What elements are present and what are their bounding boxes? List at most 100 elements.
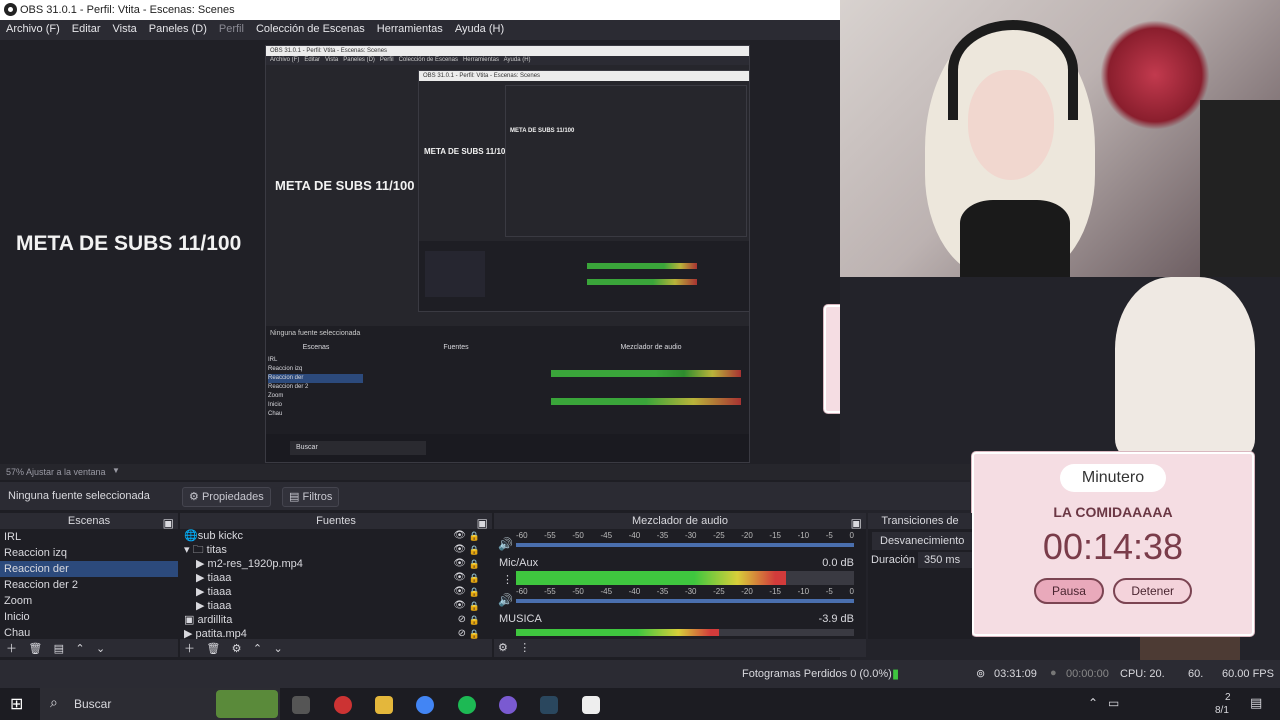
speaker-icon[interactable]: 🔊 [498, 593, 513, 607]
eye-icon[interactable]: 👁 [453, 599, 466, 613]
notifications-icon[interactable]: ▤ [1250, 695, 1262, 711]
image-icon: ▣ [184, 614, 195, 626]
scene-item-reaccion-der[interactable]: Reaccion der [0, 561, 178, 577]
source-item[interactable]: 🌐sub kickc 👁 🔒 [180, 529, 492, 543]
properties-button[interactable]: ⚙ Propiedades [182, 487, 271, 507]
scene-filter-icon[interactable]: ▤ [54, 642, 64, 655]
chrome-icon[interactable] [416, 696, 434, 714]
menu-perfil[interactable]: Perfil [213, 20, 250, 40]
zoom-label[interactable]: 57% Ajustar a la ventana [6, 467, 106, 477]
vertical-dots-icon[interactable]: ⋮ [502, 573, 513, 586]
steam-icon[interactable] [540, 696, 558, 714]
add-icon[interactable]: ＋ [184, 640, 195, 656]
volume-slider[interactable] [516, 599, 854, 603]
preview-canvas[interactable]: META DE SUBS 11/100 OBS 31.0.1 - Perfil:… [0, 40, 840, 464]
task-view-icon[interactable] [292, 696, 310, 714]
transition-select[interactable]: Desvanecimiento [872, 532, 972, 550]
source-item[interactable]: ▶ m2-res_1920p.mp4 👁 🔒 [180, 557, 492, 571]
nested-meter-music [551, 398, 741, 405]
zoom-bar[interactable]: 57% Ajustar a la ventana ▼ [0, 464, 970, 480]
search-label: Buscar [74, 697, 112, 711]
chevron-down-icon[interactable]: ⌄ [273, 642, 282, 655]
menu-herramientas[interactable]: Herramientas [371, 20, 449, 40]
vtuber-app-icon[interactable] [582, 696, 600, 714]
scene-item-zoom[interactable]: Zoom [0, 593, 178, 609]
folder-icon[interactable] [375, 696, 393, 714]
clock-date[interactable]: 8/1 [1215, 705, 1229, 716]
streaming-app-icon[interactable] [499, 696, 517, 714]
clock-time[interactable]: 2 [1225, 692, 1231, 703]
lock-icon[interactable]: 🔒 [469, 557, 480, 571]
meter-ticks-mic: -60 -55 -50 -45 -40 -35 -30 -25 -20 -15 -10 -5 0 [516, 587, 854, 596]
menu-vista[interactable]: Vista [107, 20, 143, 40]
windows-start-icon[interactable]: ⊞ [10, 694, 28, 713]
trash-icon[interactable]: 🗑 [28, 642, 42, 655]
lock-icon[interactable]: 🔒 [469, 585, 480, 599]
lock-icon[interactable]: 🔒 [469, 627, 480, 639]
eye-icon[interactable]: 👁 [453, 585, 466, 599]
scenes-list: IRL Reaccion izq Reaccion der Reaccion d… [0, 529, 178, 639]
nested-overlay-meta-subs-2: META DE SUBS 11/100 [424, 147, 510, 156]
chevron-down-icon[interactable]: ▾ [184, 544, 190, 556]
chevron-up-icon[interactable]: ⌃ [75, 642, 84, 655]
menu-ayuda[interactable]: Ayuda (H) [449, 20, 510, 40]
eye-icon[interactable]: 👁 [453, 557, 466, 571]
obs-app-icon[interactable] [334, 696, 352, 714]
network-icon[interactable]: ▭ [1108, 696, 1119, 710]
nested-menu: Archivo (F) Editar Vista Paneles (D) Per… [266, 56, 749, 65]
channel-name-music: MUSICA [499, 613, 542, 625]
source-item[interactable]: ▾ 🗀 titas 👁 🔒 [180, 543, 492, 557]
filters-button[interactable]: ▤ Filtros [282, 487, 340, 507]
eye-icon[interactable]: 👁 [453, 571, 466, 585]
menu-paneles[interactable]: Paneles (D) [143, 20, 213, 40]
menu-coleccion-escenas[interactable]: Colección de Escenas [250, 20, 371, 40]
lock-icon[interactable]: 🔒 [469, 529, 480, 543]
no-source-label: Ninguna fuente seleccionada [8, 490, 150, 502]
scene-item-inicio[interactable]: Inicio [0, 609, 178, 625]
scene-item-irl[interactable]: IRL [0, 529, 178, 545]
source-item[interactable]: ▶ tiaaa 👁 🔒 [180, 585, 492, 599]
spotify-icon[interactable] [458, 696, 476, 714]
speaker-icon[interactable]: 🔊 [498, 537, 513, 551]
scenes-dock-header: Escenas ▣ [0, 513, 178, 530]
transitions-panel: Desvanecimiento Duración 350 ms [868, 529, 972, 639]
nested-overlay-meta-subs-3: META DE SUBS 11/100 [510, 128, 575, 134]
source-item[interactable]: ▶ tiaaa 👁 🔒 [180, 599, 492, 613]
eye-icon[interactable]: 👁 [453, 529, 466, 543]
audio-mixer: -60 -55 -50 -45 -40 -35 -30 -25 -20 -15 -10 -5 0 🔊 M… [494, 529, 866, 639]
source-item[interactable]: ▶ patita.mp4 ⊘ 🔒 [180, 627, 492, 639]
chevron-up-icon[interactable]: ⌃ [1088, 696, 1098, 710]
taskbar-search[interactable]: ⌕ Buscar [40, 688, 280, 720]
menu-editar[interactable]: Editar [66, 20, 107, 40]
eye-icon[interactable]: 👁 [453, 543, 466, 557]
eye-off-icon[interactable]: ⊘ [458, 627, 466, 639]
lock-icon[interactable]: 🔒 [469, 571, 480, 585]
gear-icon[interactable]: ⚙ [232, 642, 242, 655]
volume-slider[interactable] [516, 543, 854, 547]
scene-item-reaccion-der-2[interactable]: Reaccion der 2 [0, 577, 178, 593]
pause-button[interactable]: Pausa [1033, 578, 1104, 604]
duration-input[interactable]: 350 ms [918, 552, 972, 568]
chevron-down-icon[interactable]: ⌄ [96, 642, 105, 655]
lock-icon[interactable]: 🔒 [469, 613, 480, 627]
eye-off-icon[interactable]: ⊘ [458, 613, 466, 627]
lock-icon[interactable]: 🔒 [469, 599, 480, 613]
scene-item-chau[interactable]: Chau [0, 625, 178, 639]
lock-icon[interactable]: 🔒 [469, 543, 480, 557]
scene-item-reaccion-izq[interactable]: Reaccion izq [0, 545, 178, 561]
menu-bar: Archivo (F) Editar Vista Paneles (D) Per… [0, 20, 840, 40]
vertical-dots-icon[interactable]: ⋮ [519, 641, 530, 654]
source-item[interactable]: ▶ tiaaa 👁 🔒 [180, 571, 492, 585]
gear-icon[interactable]: ⚙ [498, 641, 508, 654]
duration-label: Duración [871, 554, 916, 566]
roses-decoration [1100, 20, 1210, 130]
stop-button[interactable]: Detener [1113, 578, 1193, 604]
meter-mic [516, 571, 854, 585]
add-icon[interactable]: ＋ [6, 640, 17, 656]
source-item[interactable]: ▣ ardillita ⊘ 🔒 [180, 613, 492, 627]
trash-icon[interactable]: 🗑 [206, 642, 220, 655]
chevron-down-icon[interactable]: ▼ [112, 466, 120, 475]
chevron-up-icon[interactable]: ⌃ [253, 642, 262, 655]
menu-archivo[interactable]: Archivo (F) [0, 20, 66, 40]
signal-icon: ▮ [892, 666, 900, 681]
